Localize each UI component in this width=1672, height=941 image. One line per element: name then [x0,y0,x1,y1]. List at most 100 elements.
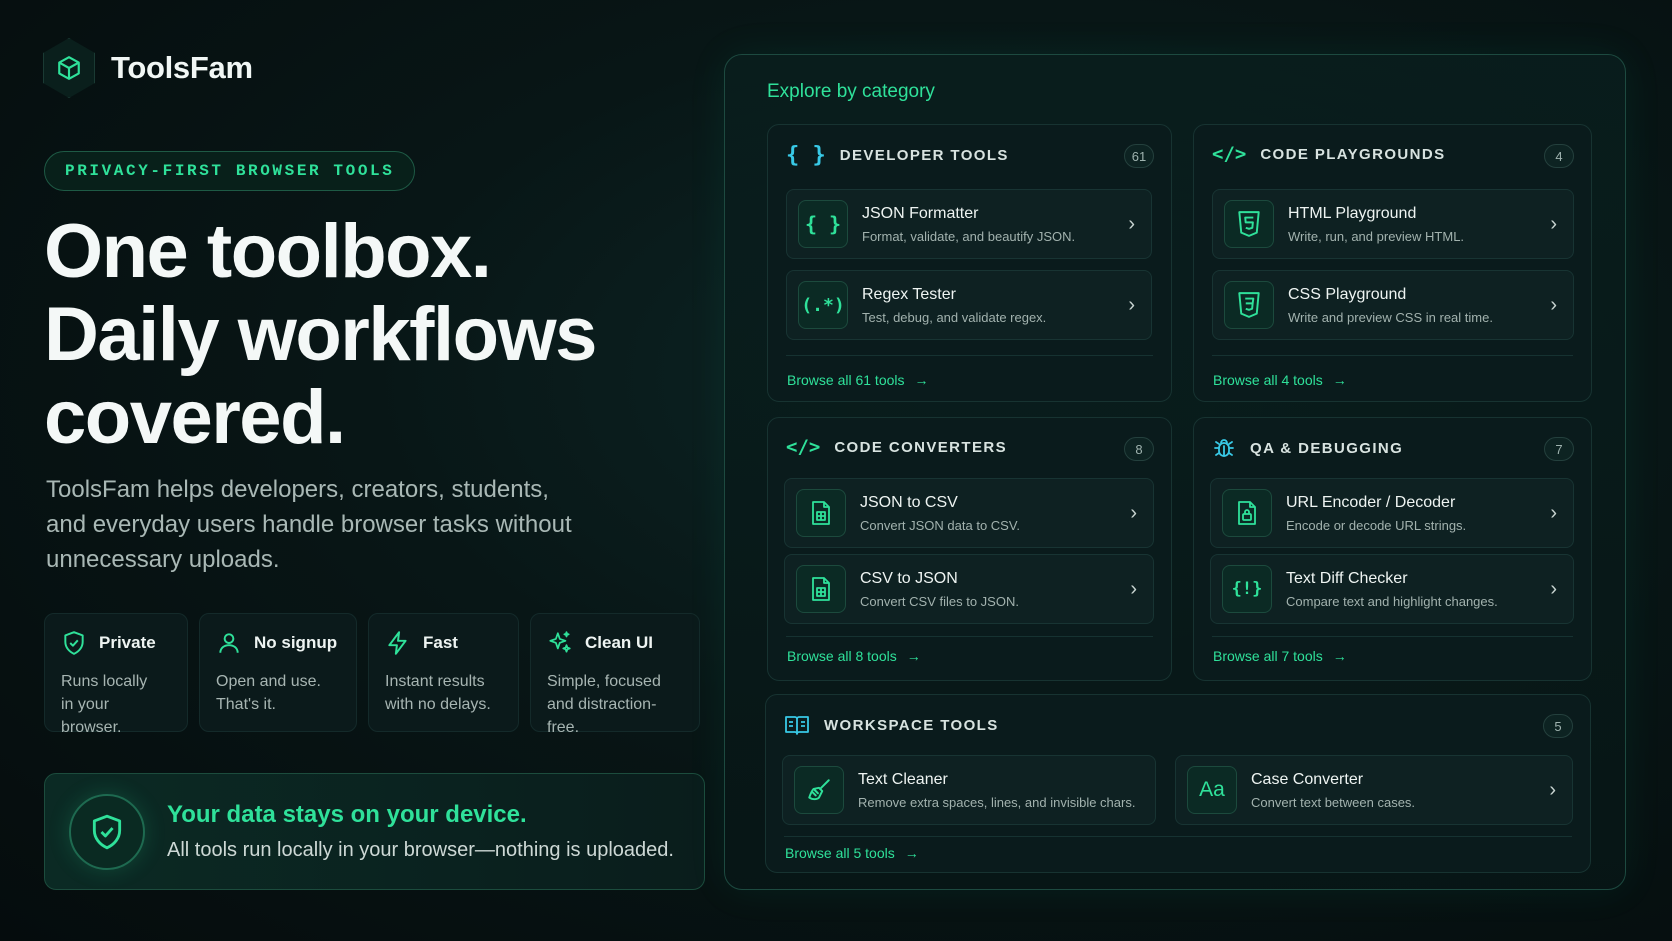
browse-label: Browse all 61 tools [787,372,905,388]
feature-text: and distraction-free. [547,696,657,736]
user-icon [219,633,239,653]
tool-name: CSS Playground [1288,285,1407,303]
sparkles-icon [549,631,571,653]
code-icon: </> [786,436,821,458]
tool-desc: Test, debug, and validate regex. [862,309,1047,325]
feature-title: Clean UI [585,633,654,652]
browse-label: Browse all 7 tools [1213,648,1323,664]
tool-desc: Write, run, and preview HTML. [1288,228,1465,244]
browse-label: Browse all 5 tools [785,845,895,861]
tool-desc: Format, validate, and beautify JSON. [862,228,1076,244]
feature-card-clean-ui: Clean UI Simple, focused and distraction… [530,613,700,736]
tool-url-encoder-decoder[interactable]: URL Encoder / Decoder Encode or decode U… [1210,478,1574,548]
browse-link-code-playgrounds[interactable]: Browse all 4 tools → [1213,372,1347,388]
count-badge: 4 [1544,144,1574,168]
category-card-workspace-tools: WORKSPACE TOOLS 5 Text Cleaner Remove ex… [765,694,1591,873]
count-badge: 5 [1543,714,1573,738]
category-card-code-converters: </> CODE CONVERTERS 8 JSON to CSV Conver… [767,417,1172,681]
headline-line: One toolbox. [44,209,492,294]
feature-text: with no delays. [385,696,491,713]
shield-check-icon [69,793,145,870]
panel-title: Explore by category [767,81,935,102]
arrow-right-icon: → [904,845,919,861]
arrow-right-icon: → [906,648,921,664]
tool-csv-to-json[interactable]: CSV to JSON Convert CSV files to JSON. › [784,554,1154,624]
broom-icon [794,766,844,814]
tool-case-converter[interactable]: Aa Case Converter Convert text between c… [1175,755,1573,825]
browse-link-workspace-tools[interactable]: Browse all 5 tools → [785,845,919,861]
lead-paragraph: ToolsFam helps developers, creators, stu… [46,476,572,573]
tool-name: Text Diff Checker [1286,569,1408,587]
tool-name: Case Converter [1251,770,1364,788]
chevron-right-icon: › [1128,293,1135,316]
tool-desc: Convert text between cases. [1251,794,1416,810]
divider [786,636,1153,637]
divider [784,836,1572,837]
arrow-right-icon: → [1332,648,1347,664]
feature-title: Private [99,633,156,652]
tool-desc: Write and preview CSS in real time. [1288,309,1493,325]
feature-text: Instant results [385,673,485,690]
tool-name: JSON to CSV [860,493,958,511]
file-lock-icon [1222,489,1272,537]
headline-line: Daily workflows [44,292,597,377]
braces-icon: { } [798,200,848,248]
arrow-right-icon: → [914,372,929,388]
feature-text: Runs locally [61,673,148,690]
tool-name: HTML Playground [1288,204,1417,222]
category-title: CODE CONVERTERS [834,438,1008,456]
tool-json-to-csv[interactable]: JSON to CSV Convert JSON data to CSV. › [784,478,1154,548]
browse-link-developer-tools[interactable]: Browse all 61 tools → [787,372,929,388]
tool-desc: Remove extra spaces, lines, and invisibl… [858,794,1136,810]
chevron-right-icon: › [1550,212,1557,235]
tool-name: Regex Tester [862,285,956,303]
feature-card-no-signup: No signup Open and use. That's it. [199,613,357,732]
brand[interactable]: ToolsFam [43,38,253,98]
divider [786,355,1153,356]
tool-name: Text Cleaner [858,770,948,788]
chevron-right-icon: › [1130,577,1137,600]
category-card-code-playgrounds: </> CODE PLAYGROUNDS 4 HTML Playground W… [1193,124,1592,402]
headline-line: covered. [44,375,346,460]
features-row: Private Runs locally in your browser. No… [44,613,700,736]
feature-card-fast: Fast Instant results with no delays. [368,613,519,732]
browse-link-qa-debugging[interactable]: Browse all 7 tools → [1213,648,1347,664]
feature-text: Open and use. [216,673,321,690]
chevron-right-icon: › [1128,212,1135,235]
divider [1212,355,1573,356]
regex-icon: (.*) [798,281,848,329]
category-card-developer-tools: { } DEVELOPER TOOLS 61 { } JSON Formatte… [767,124,1172,402]
category-card-qa-debugging: QA & DEBUGGING 7 URL Encoder / Decoder E… [1193,417,1592,681]
tool-text-cleaner[interactable]: Text Cleaner Remove extra spaces, lines,… [782,755,1156,825]
browse-label: Browse all 8 tools [787,648,897,664]
tool-name: CSV to JSON [860,569,958,587]
case-icon: Aa [1187,766,1237,814]
file-table-icon [796,489,846,537]
chevron-right-icon: › [1550,293,1557,316]
browse-link-code-converters[interactable]: Browse all 8 tools → [787,648,921,664]
category-title: CODE PLAYGROUNDS [1260,145,1446,163]
tool-desc: Compare text and highlight changes. [1286,593,1498,609]
bug-icon [1214,439,1234,457]
feature-text: That's it. [216,696,276,713]
lightning-icon [388,631,407,655]
tool-css-playground[interactable]: CSS Playground Write and preview CSS in … [1212,270,1574,340]
tool-text-diff-checker[interactable]: {!} Text Diff Checker Compare text and h… [1210,554,1574,624]
browse-label: Browse all 4 tools [1213,372,1323,388]
tool-html-playground[interactable]: HTML Playground Write, run, and preview … [1212,189,1574,259]
category-title: WORKSPACE TOOLS [824,716,999,734]
feature-title: Fast [423,633,458,652]
tool-regex-tester[interactable]: (.*) Regex Tester Test, debug, and valid… [786,270,1152,340]
count-badge: 7 [1544,437,1574,461]
braces-icon: { } [786,143,826,168]
privacy-title: Your data stays on your device. [167,801,527,828]
tool-desc: Encode or decode URL strings. [1286,517,1467,533]
chevron-right-icon: › [1130,501,1137,524]
tool-name: URL Encoder / Decoder [1286,493,1456,511]
code-icon: </> [1212,143,1247,165]
tool-desc: Convert JSON data to CSV. [860,517,1020,533]
category-panel: Explore by category { } DEVELOPER TOOLS … [724,54,1626,890]
divider [1212,636,1573,637]
feature-title: No signup [254,633,338,652]
tool-json-formatter[interactable]: { } JSON Formatter Format, validate, and… [786,189,1152,259]
